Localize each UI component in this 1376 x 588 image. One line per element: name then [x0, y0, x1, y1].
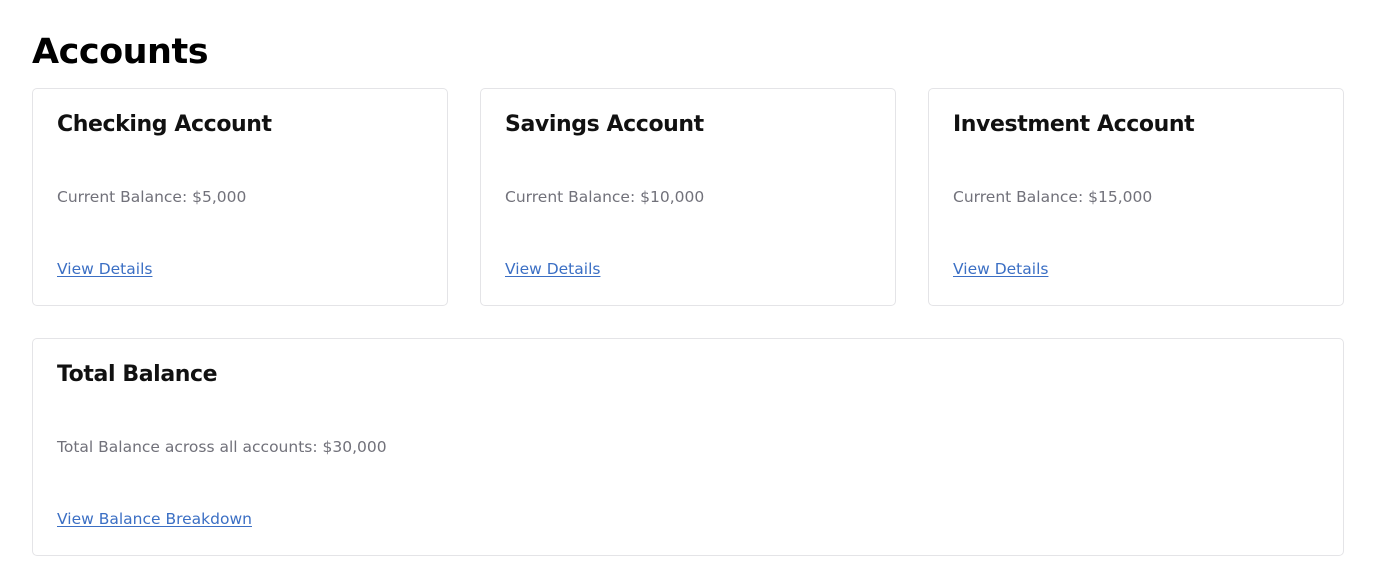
view-details-link[interactable]: View Details [953, 259, 1048, 279]
view-details-link[interactable]: View Details [505, 259, 600, 279]
accounts-page: Accounts Checking Account Current Balanc… [0, 0, 1376, 588]
view-balance-breakdown-link[interactable]: View Balance Breakdown [57, 509, 252, 529]
account-cards: Checking Account Current Balance: $5,000… [32, 88, 1344, 306]
total-balance-card: Total Balance Total Balance across all a… [32, 338, 1344, 556]
current-balance: Current Balance: $5,000 [57, 188, 247, 206]
checking-account-card: Checking Account Current Balance: $5,000… [32, 88, 448, 306]
savings-account-card: Savings Account Current Balance: $10,000… [480, 88, 896, 306]
card-title: Checking Account [57, 112, 272, 137]
total-balance-text: Total Balance across all accounts: $30,0… [57, 438, 387, 456]
view-details-link[interactable]: View Details [57, 259, 152, 279]
current-balance: Current Balance: $10,000 [505, 188, 705, 206]
current-balance: Current Balance: $15,000 [953, 188, 1153, 206]
card-title: Investment Account [953, 112, 1195, 137]
card-title: Total Balance [57, 362, 218, 387]
card-title: Savings Account [505, 112, 704, 137]
investment-account-card: Investment Account Current Balance: $15,… [928, 88, 1344, 306]
page-title: Accounts [32, 32, 209, 72]
